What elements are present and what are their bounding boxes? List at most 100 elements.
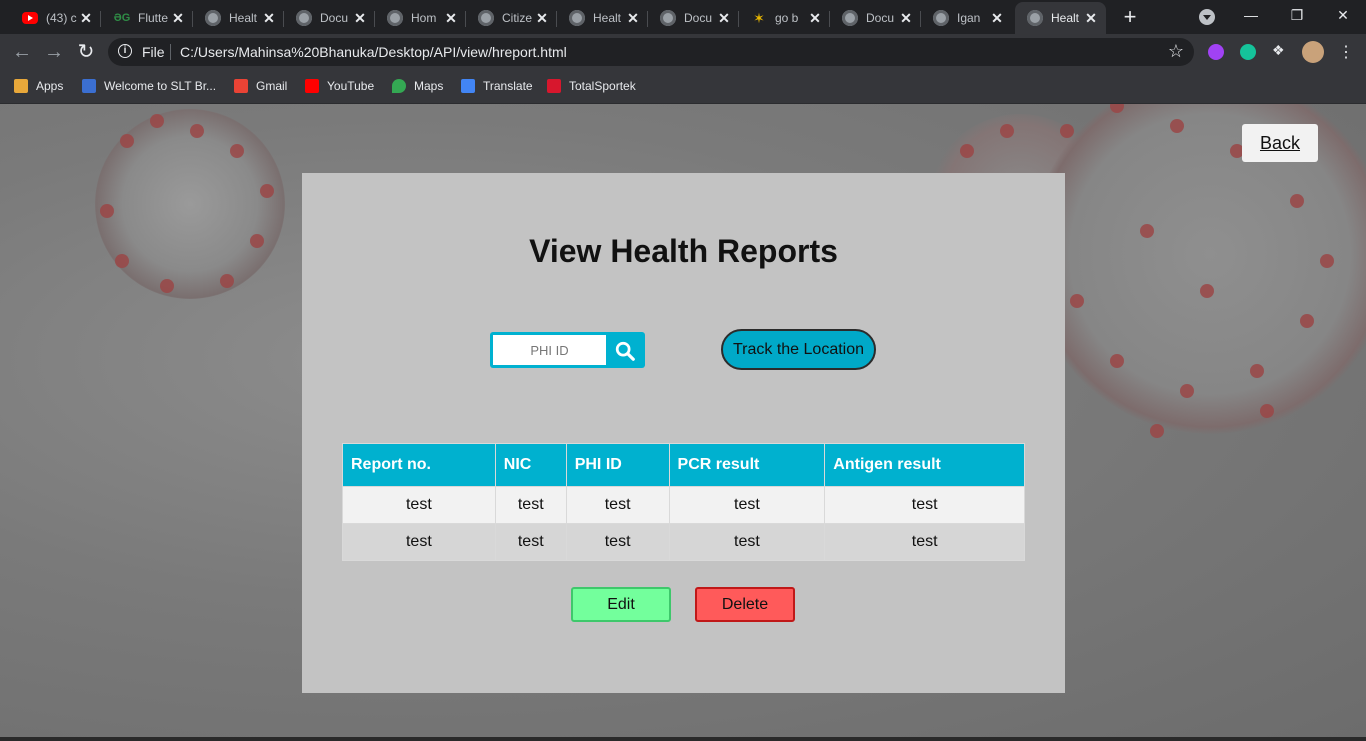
virus-spike	[260, 184, 274, 198]
bookmark-label: Apps	[36, 79, 64, 93]
bookmark-item[interactable]: Translate	[461, 77, 533, 95]
virus-spike	[1320, 254, 1334, 268]
search-icon[interactable]	[614, 340, 636, 362]
avatar[interactable]	[1302, 41, 1324, 63]
browser-tab[interactable]: Igan ✕	[921, 4, 1012, 32]
apps-grid-icon	[14, 79, 28, 93]
menu-kebab-icon[interactable]: ⋮	[1338, 42, 1354, 61]
site-info-icon[interactable]: i	[118, 44, 132, 58]
browser-tab[interactable]: Hom ✕	[375, 4, 466, 32]
bookmark-item[interactable]: Apps	[14, 77, 63, 95]
bookmark-item[interactable]: TotalSportek	[547, 77, 636, 95]
globe-icon	[569, 10, 585, 26]
new-tab-button[interactable]: +	[1118, 6, 1142, 30]
close-tab-icon[interactable]: ✕	[717, 10, 731, 27]
browser-tab[interactable]: Docu ✕	[648, 4, 739, 32]
spark-icon: ✶	[753, 9, 765, 26]
browser-tab[interactable]: (43) c ✕	[10, 4, 101, 32]
bookmark-item[interactable]: Gmail	[234, 77, 287, 95]
minimize-icon[interactable]: —	[1237, 4, 1265, 26]
tab-title: Healt	[229, 11, 258, 25]
globe-icon	[387, 10, 403, 26]
address-bar[interactable]: i File C:/Users/Mahinsa%20Bhanuka/Deskto…	[108, 38, 1194, 66]
table-row[interactable]: test test test test test	[342, 486, 1025, 524]
table-cell: test	[494, 486, 567, 524]
translate-icon	[461, 79, 475, 93]
tab-title: Docu	[320, 11, 349, 25]
browser-tab[interactable]: Citize ✕	[466, 4, 557, 32]
page-title: View Health Reports	[529, 233, 838, 269]
bookmark-item[interactable]: Welcome to SLT Br...	[82, 77, 216, 95]
table-cell: test	[824, 523, 1025, 561]
close-tab-icon[interactable]: ✕	[353, 10, 367, 27]
bookmark-item[interactable]: Maps	[392, 77, 443, 95]
virus-spike	[100, 204, 114, 218]
close-tab-icon[interactable]: ✕	[626, 10, 640, 27]
close-tab-icon[interactable]: ✕	[171, 10, 185, 27]
address-divider	[170, 44, 171, 60]
virus-spike	[1260, 404, 1274, 418]
table-cell: test	[342, 486, 496, 524]
close-tab-icon[interactable]: ✕	[444, 10, 458, 27]
browser-tab[interactable]: ✶ go b ✕	[739, 4, 830, 32]
reload-icon[interactable]: ↻	[74, 40, 98, 64]
extension-icon[interactable]	[1208, 44, 1224, 60]
close-tab-icon[interactable]: ✕	[899, 10, 913, 27]
close-tab-icon[interactable]: ✕	[990, 10, 1004, 27]
geeksforgeeks-icon: ƏG	[113, 12, 131, 24]
virus-spike	[230, 144, 244, 158]
close-tab-icon[interactable]: ✕	[79, 10, 93, 27]
tab-strip: (43) c ✕ ƏG Flutte ✕ Healt ✕ Docu ✕ Hom ✕ Citize ✕ He…	[0, 0, 1366, 34]
globe-icon	[478, 10, 494, 26]
column-header: PHI ID	[565, 443, 670, 487]
back-button[interactable]: Back	[1242, 124, 1318, 162]
virus-spike	[190, 124, 204, 138]
browser-tab[interactable]: Docu ✕	[830, 4, 921, 32]
browser-tab[interactable]: Healt ✕	[193, 4, 284, 32]
browser-tab[interactable]: Healt ✕	[557, 4, 648, 32]
close-tab-icon[interactable]: ✕	[1084, 10, 1098, 27]
virus-spike	[1250, 364, 1264, 378]
tab-title: Healt	[593, 11, 622, 25]
browser-tab[interactable]: Healt ✕	[1015, 2, 1106, 34]
close-tab-icon[interactable]: ✕	[262, 10, 276, 27]
bookmark-star-icon[interactable]: ☆	[1168, 41, 1184, 62]
back-arrow-icon[interactable]: ←	[10, 40, 34, 64]
virus-spike	[1000, 124, 1014, 138]
gmail-icon	[234, 79, 248, 93]
edit-button[interactable]: Edit	[571, 587, 671, 622]
globe-icon	[1027, 10, 1043, 26]
close-tab-icon[interactable]: ✕	[535, 10, 549, 27]
table-row[interactable]: test test test test test	[342, 523, 1025, 561]
browser-tab[interactable]: Docu ✕	[284, 4, 375, 32]
ts-icon	[547, 79, 561, 93]
track-location-button[interactable]: Track the Location	[721, 329, 876, 370]
virus-spike	[1180, 384, 1194, 398]
bookmark-item[interactable]: YouTube	[305, 77, 374, 95]
virus-spike	[1060, 124, 1074, 138]
tab-title: Hom	[411, 11, 437, 25]
reports-panel: View Health Reports Track the Location R…	[302, 173, 1065, 693]
url-text[interactable]: C:/Users/Mahinsa%20Bhanuka/Desktop/API/v…	[180, 44, 567, 60]
globe-icon	[205, 10, 221, 26]
grammarly-icon[interactable]	[1240, 44, 1256, 60]
close-tab-icon[interactable]: ✕	[808, 10, 822, 27]
bookmark-label: Maps	[414, 79, 444, 93]
puzzle-extensions-icon[interactable]: ❖	[1272, 42, 1288, 58]
bookmark-label: Welcome to SLT Br...	[104, 79, 217, 93]
delete-button[interactable]: Delete	[695, 587, 795, 622]
close-window-icon[interactable]: ✕	[1329, 4, 1357, 26]
browser-tab[interactable]: ƏG Flutte ✕	[102, 4, 193, 32]
globe-icon	[933, 10, 949, 26]
youtube-icon	[305, 79, 319, 93]
table-cell: test	[494, 523, 567, 561]
phi-id-search-input[interactable]	[493, 335, 606, 365]
column-header: NIC	[494, 443, 567, 487]
column-header: Report no.	[342, 443, 496, 487]
bookmark-label: YouTube	[327, 79, 375, 93]
tab-search-icon[interactable]	[1199, 9, 1215, 25]
virus-spike	[1300, 314, 1314, 328]
virus-spike	[160, 279, 174, 293]
forward-arrow-icon[interactable]: →	[42, 40, 66, 64]
restore-icon[interactable]: ❐	[1283, 4, 1311, 26]
